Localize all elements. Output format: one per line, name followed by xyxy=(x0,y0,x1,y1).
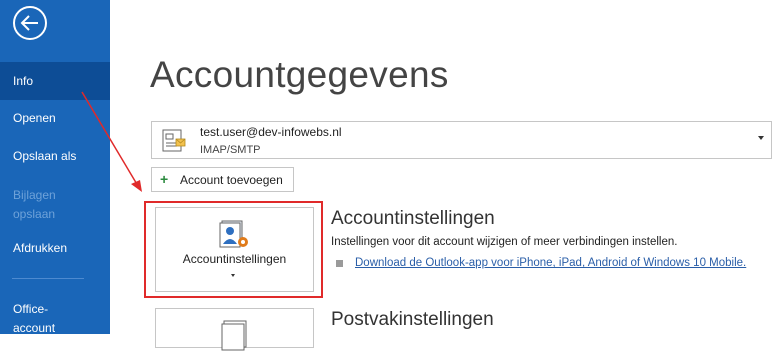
sidebar-item-bijlagen-opslaan: Bijlagen opslaan xyxy=(0,186,80,224)
back-arrow-icon[interactable] xyxy=(12,5,48,41)
page-title: Accountgegevens xyxy=(150,54,449,95)
sidebar-item-label: Bijlagen opslaan xyxy=(13,188,56,221)
backstage-sidebar: Info Openen Opslaan als Bijlagen opslaan… xyxy=(0,0,110,335)
sidebar-item-afdrukken[interactable]: Afdrukken xyxy=(0,239,110,258)
account-selector[interactable]: test.user@dev-infowebs.nl IMAP/SMTP xyxy=(151,121,772,159)
sidebar-item-info[interactable]: Info xyxy=(0,62,110,100)
sidebar-item-label: Afdrukken xyxy=(13,241,68,255)
sidebar-item-label: Office-account xyxy=(13,302,56,335)
sidebar-item-office-account[interactable]: Office-account xyxy=(0,300,70,338)
mailbox-icon xyxy=(221,320,247,351)
mailbox-settings-button[interactable] xyxy=(155,308,314,351)
account-settings-description: Instellingen voor dit account wijzigen o… xyxy=(331,236,678,248)
sidebar-item-label: Openen xyxy=(13,111,56,125)
annotation-highlight-box xyxy=(144,201,323,298)
sidebar-item-label: Info xyxy=(13,74,34,88)
add-account-label: Account toevoegen xyxy=(180,173,283,187)
sidebar-item-label: Opslaan als xyxy=(13,149,77,163)
account-card-icon xyxy=(162,129,186,152)
sidebar-item-openen[interactable]: Openen xyxy=(0,109,110,128)
mailbox-settings-title: Postvakinstellingen xyxy=(331,309,494,330)
annotation-arrow xyxy=(81,91,142,192)
sidebar-divider xyxy=(12,278,84,279)
bullet-icon xyxy=(336,260,343,267)
account-email: test.user@dev-infowebs.nl xyxy=(200,125,342,139)
plus-icon: + xyxy=(160,171,169,187)
add-account-button[interactable]: + Account toevoegen xyxy=(151,167,294,192)
sidebar-item-opslaan-als[interactable]: Opslaan als xyxy=(0,147,110,166)
account-settings-title: Accountinstellingen xyxy=(331,208,495,229)
chevron-down-icon xyxy=(758,136,764,140)
account-type: IMAP/SMTP xyxy=(200,144,261,156)
outlook-app-download-link[interactable]: Download de Outlook-app voor iPhone, iPa… xyxy=(355,257,746,269)
